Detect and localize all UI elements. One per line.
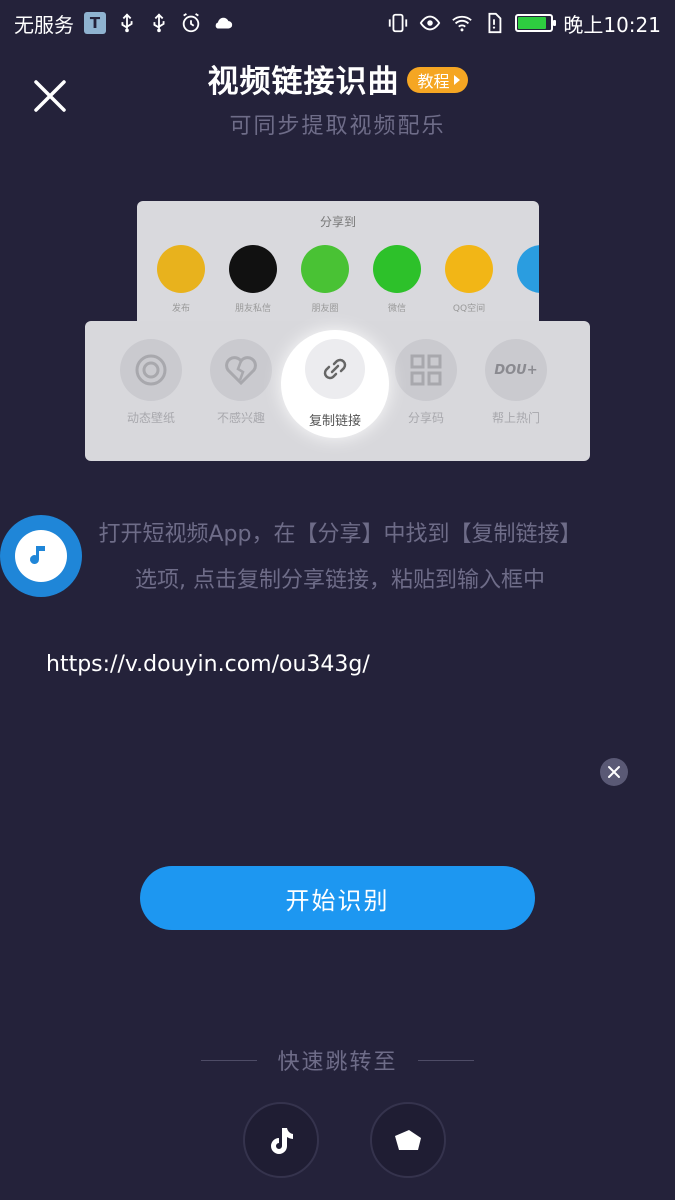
status-left: 无服务 T xyxy=(14,9,234,38)
page-title: 视频链接识曲 xyxy=(207,64,400,100)
clear-input-button[interactable] xyxy=(600,758,628,786)
play-triangle-icon xyxy=(453,74,460,85)
cloud-icon xyxy=(212,12,234,34)
kuaishou-jump-button[interactable] xyxy=(370,1102,446,1178)
copy-link-label: 复制链接 xyxy=(308,414,361,429)
title-row: 视频链接识曲 教程 xyxy=(0,56,675,101)
share-app-icon xyxy=(301,245,349,293)
battery-icon xyxy=(515,14,557,32)
instructions: 打开短视频App，在【分享】中找到【复制链接】 选项, 点击复制分享链接，粘贴到… xyxy=(40,512,640,604)
share-actions-preview: 动态壁纸 不感兴趣 分享码 DOU+ 帮上热门 xyxy=(85,321,590,461)
douyin-jump-button[interactable] xyxy=(243,1102,319,1178)
page-subtitle: 可同步提取视频配乐 xyxy=(229,114,446,139)
share-app-icon xyxy=(373,245,421,293)
live-wallpaper-icon xyxy=(120,339,182,401)
share-app-icon xyxy=(517,245,539,293)
wifi-icon xyxy=(451,12,473,34)
t-icon: T xyxy=(84,12,106,34)
dou-plus-text: DOU+ xyxy=(494,362,538,378)
share-sheet-title: 分享到 xyxy=(319,215,356,229)
share-app-label: 朋友圈 xyxy=(311,304,339,314)
quick-jump-row: 快速跳转至 xyxy=(0,1044,675,1076)
instruction-line-2: 选项, 点击复制分享链接，粘贴到输入框中 xyxy=(135,568,545,593)
share-sheet-preview: 分享到 发布 朋友私信 朋友圈 微信 QQ空间 xyxy=(137,201,539,331)
action-label: 分享码 xyxy=(407,411,444,425)
qr-code-icon xyxy=(395,339,457,401)
action-label: 不感兴趣 xyxy=(216,411,265,425)
status-bar: 无服务 T 晚上10:21 xyxy=(0,0,675,46)
music-note-icon xyxy=(15,530,67,582)
usb-icon xyxy=(116,12,138,34)
battery-fill xyxy=(518,17,546,29)
floating-music-button[interactable] xyxy=(0,515,82,597)
tutorial-label: 教程 xyxy=(417,71,450,91)
clock: 晚上10:21 xyxy=(563,12,661,37)
usb-icon xyxy=(148,12,170,34)
divider xyxy=(201,1059,258,1061)
quick-jump-label: 快速跳转至 xyxy=(277,1050,398,1075)
link-icon xyxy=(305,339,365,399)
copy-link-highlight xyxy=(281,330,389,438)
video-link-input[interactable] xyxy=(46,644,586,684)
status-right: 晚上10:21 xyxy=(387,9,661,38)
dou-plus-icon: DOU+ xyxy=(485,339,547,401)
divider xyxy=(417,1059,474,1061)
start-recognize-button[interactable]: 开始识别 xyxy=(140,866,535,930)
kuaishou-icon xyxy=(395,1130,421,1150)
share-app-icon xyxy=(229,245,277,293)
action-label: 帮上热门 xyxy=(491,411,540,425)
eye-icon xyxy=(419,12,441,34)
share-app-icon xyxy=(157,245,205,293)
alarm-icon xyxy=(180,12,202,34)
close-icon xyxy=(608,766,620,778)
carrier-label: 无服务 xyxy=(14,12,74,37)
share-app-label: 朋友私信 xyxy=(234,304,271,314)
share-app-label: 发布 xyxy=(171,304,190,314)
share-app-label: 微信 xyxy=(387,304,406,314)
vibrate-icon xyxy=(387,12,409,34)
tutorial-badge[interactable]: 教程 xyxy=(407,66,468,93)
instruction-line-1: 打开短视频App，在【分享】中找到【复制链接】 xyxy=(98,522,582,547)
broken-heart-icon xyxy=(210,339,272,401)
share-app-label: QQ空间 xyxy=(452,304,486,314)
action-label: 动态壁纸 xyxy=(126,411,175,425)
share-app-icon xyxy=(445,245,493,293)
sim-alert-icon xyxy=(483,12,505,34)
douyin-icon xyxy=(271,1128,293,1154)
